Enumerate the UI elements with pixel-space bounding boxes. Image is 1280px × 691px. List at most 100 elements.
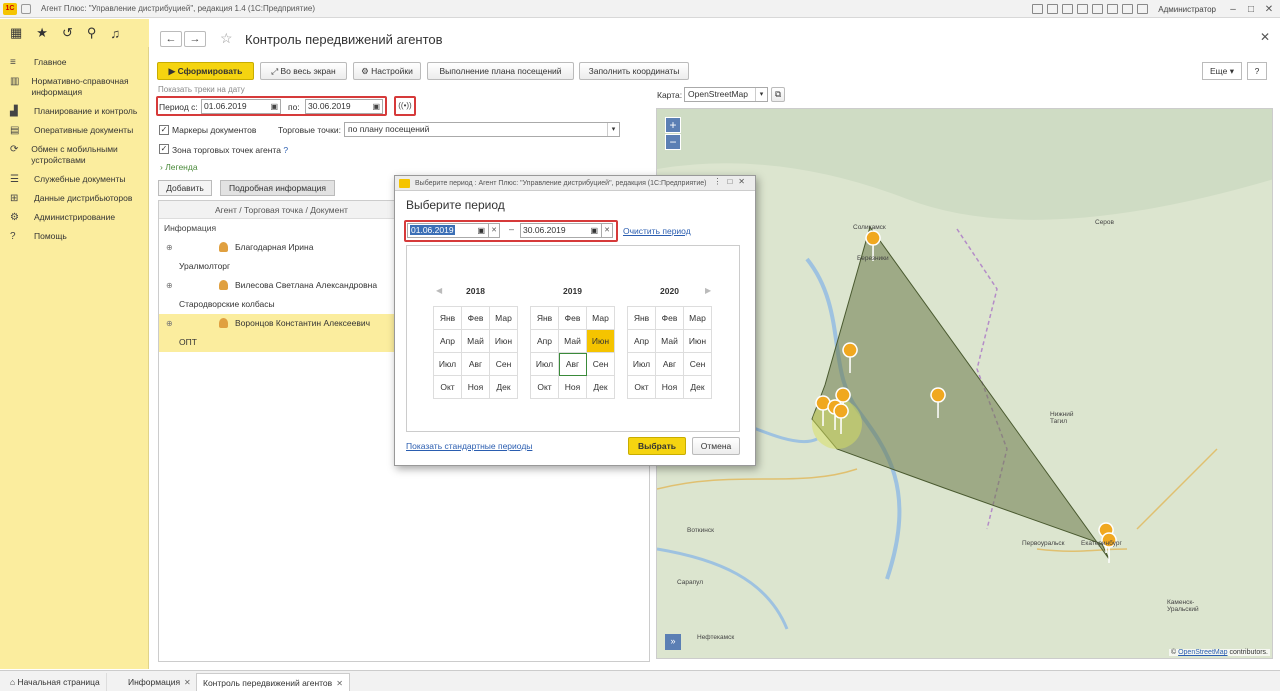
tab-agent-tracking[interactable]: Контроль передвижений агентов ✕ <box>196 673 350 691</box>
clear-from-icon[interactable]: ✕ <box>488 223 500 238</box>
user-name[interactable]: Администратор <box>1158 5 1216 14</box>
details-tab[interactable]: Подробная информация <box>220 180 335 196</box>
close-icon[interactable]: ✕ <box>1260 30 1270 44</box>
zoom-in-button[interactable]: + <box>665 117 681 133</box>
month-cell[interactable]: Окт <box>531 376 559 399</box>
period-from-field[interactable]: 01.06.2019 ▣ <box>201 99 281 114</box>
month-cell[interactable]: Апр <box>628 330 656 353</box>
expand-icon[interactable]: ⊕ <box>166 238 173 257</box>
standard-periods-link[interactable]: Показать стандартные периоды <box>406 441 532 451</box>
zone-help-icon[interactable]: ? <box>283 145 288 155</box>
sidebar-item-help[interactable]: ? Помощь <box>0 227 148 246</box>
sidebar-item-service[interactable]: ☰ Служебные документы <box>0 170 148 189</box>
sidebar-item-exchange[interactable]: ⟳ Обмен с мобильными устройствами <box>0 140 148 170</box>
history-icon[interactable]: ↺ <box>62 25 73 41</box>
close-window-icon[interactable]: ✕ <box>1262 4 1276 15</box>
month-cell[interactable]: Дек <box>587 376 615 399</box>
calendar-icon[interactable] <box>1092 4 1104 14</box>
month-cell[interactable]: Ноя <box>462 376 490 399</box>
expand-panel-button[interactable]: » <box>665 634 681 650</box>
month-cell[interactable]: Май <box>462 330 490 353</box>
month-cell[interactable]: Июл <box>434 353 462 376</box>
month-cell[interactable]: Авг <box>462 353 490 376</box>
attach-icon[interactable] <box>1077 4 1089 14</box>
month-cell[interactable]: Мар <box>684 307 712 330</box>
bell-icon[interactable]: ♫ <box>110 26 120 41</box>
apps-icon[interactable]: ▦ <box>10 25 22 41</box>
add-button[interactable]: Добавить <box>158 180 212 196</box>
month-cell[interactable]: Дек <box>684 376 712 399</box>
month-cell[interactable]: Окт <box>628 376 656 399</box>
select-button[interactable]: Выбрать <box>628 437 686 455</box>
month-cell[interactable]: Апр <box>434 330 462 353</box>
bell-icon[interactable] <box>1122 4 1134 14</box>
calendar-icon[interactable]: ▣ <box>590 224 598 237</box>
back-button[interactable]: ← <box>160 31 182 47</box>
expand-icon[interactable]: ⊕ <box>166 276 173 295</box>
clear-to-icon[interactable]: ✕ <box>601 223 613 238</box>
month-cell[interactable]: Янв <box>434 307 462 330</box>
month-cell-current[interactable]: Авг <box>559 353 587 376</box>
calculator-icon[interactable] <box>1107 4 1119 14</box>
month-cell[interactable]: Дек <box>490 376 518 399</box>
menu-icon[interactable] <box>21 3 31 14</box>
month-cell[interactable]: Ноя <box>559 376 587 399</box>
chevron-down-icon[interactable]: ▾ <box>755 88 767 101</box>
period-to-field[interactable]: 30.06.2019 ▣ <box>305 99 383 114</box>
print-icon[interactable] <box>1047 4 1059 14</box>
calendar-icon[interactable]: ▣ <box>270 100 278 113</box>
doc-markers-checkbox[interactable]: ✓ <box>159 125 169 135</box>
tab-home[interactable]: ⌂ Начальная страница <box>4 673 107 691</box>
expand-icon[interactable]: ⊕ <box>166 314 173 333</box>
month-cell[interactable]: Янв <box>628 307 656 330</box>
generate-button[interactable]: ▶ Сформировать <box>157 62 254 80</box>
month-cell[interactable]: Окт <box>434 376 462 399</box>
close-icon[interactable]: ✕ <box>184 678 191 687</box>
clear-period-link[interactable]: Очистить период <box>623 226 691 236</box>
preview-icon[interactable] <box>1062 4 1074 14</box>
close-icon[interactable]: ✕ <box>336 679 343 688</box>
month-cell-selected[interactable]: Июн <box>587 330 615 353</box>
fullscreen-button[interactable]: ⤢ Во весь экран <box>260 62 347 80</box>
sidebar-item-main[interactable]: ≡ Главное <box>0 53 148 72</box>
month-cell[interactable]: Июл <box>531 353 559 376</box>
minimize-icon[interactable]: – <box>1226 4 1240 15</box>
dialog-date-to[interactable]: 30.06.2019 ▣ <box>520 223 602 238</box>
month-cell[interactable]: Июн <box>684 330 712 353</box>
period-select-button[interactable]: ((•)) <box>394 96 416 116</box>
month-cell[interactable]: Июн <box>490 330 518 353</box>
fill-coordinates-button[interactable]: Заполнить координаты <box>579 62 689 80</box>
month-cell[interactable]: Фев <box>462 307 490 330</box>
forward-button[interactable]: → <box>184 31 206 47</box>
month-cell[interactable]: Ноя <box>656 376 684 399</box>
legend-toggle[interactable]: › Легенда <box>160 162 198 172</box>
settings-button[interactable]: ⚙ Настройки <box>353 62 421 80</box>
sidebar-item-admin[interactable]: ⚙ Администрирование <box>0 208 148 227</box>
sidebar-item-distributors[interactable]: ⊞ Данные дистрибьюторов <box>0 189 148 208</box>
cancel-button[interactable]: Отмена <box>692 437 740 455</box>
calendar-icon[interactable]: ▣ <box>477 224 485 237</box>
zoom-out-button[interactable]: − <box>665 134 681 150</box>
chevron-down-icon[interactable]: ▾ <box>607 123 619 136</box>
dialog-window-controls[interactable]: ⋮□✕ <box>713 177 751 186</box>
month-cell[interactable]: Янв <box>531 307 559 330</box>
sidebar-item-reference[interactable]: ▥ Нормативно-справочная информация <box>0 72 148 102</box>
tab-info[interactable]: Информация ✕ <box>122 673 198 691</box>
help-button[interactable]: ? <box>1247 62 1267 80</box>
favorite-star-icon[interactable]: ☆ <box>220 30 233 47</box>
star-icon[interactable]: ★ <box>36 25 48 41</box>
search-icon[interactable]: ⚲ <box>87 25 97 41</box>
map-provider-select[interactable]: OpenStreetMap ▾ <box>684 87 768 102</box>
month-cell[interactable]: Май <box>559 330 587 353</box>
calendar-icon[interactable]: ▣ <box>372 100 380 113</box>
month-cell[interactable]: Фев <box>559 307 587 330</box>
month-cell[interactable]: Сен <box>587 353 615 376</box>
maximize-icon[interactable]: □ <box>1244 4 1258 15</box>
zone-checkbox[interactable]: ✓ <box>159 144 169 154</box>
sidebar-item-documents[interactable]: ▤ Оперативные документы <box>0 121 148 140</box>
save-icon[interactable] <box>1032 4 1044 14</box>
month-cell[interactable]: Фев <box>656 307 684 330</box>
open-link-icon[interactable]: ⧉ <box>771 87 785 102</box>
month-cell[interactable]: Апр <box>531 330 559 353</box>
month-cell[interactable]: Сен <box>684 353 712 376</box>
